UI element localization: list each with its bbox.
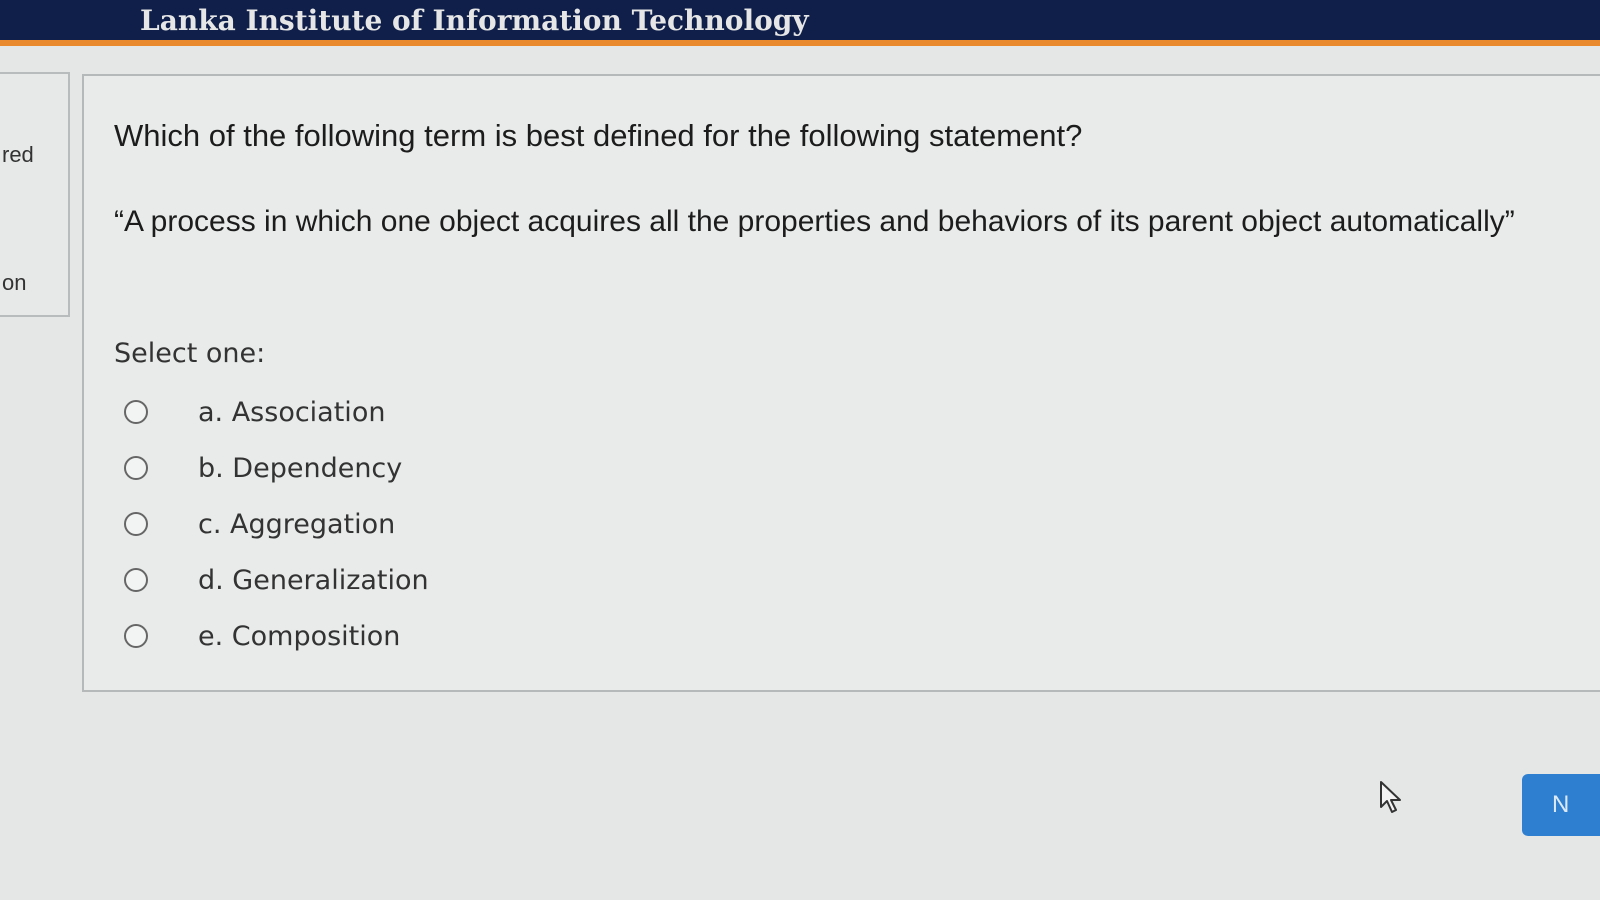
answer-option-d[interactable]: d. Generalization	[124, 552, 429, 608]
question-card: Which of the following term is best defi…	[82, 74, 1600, 692]
question-status-text: red	[2, 142, 34, 167]
select-one-prompt: Select one:	[114, 338, 266, 369]
answer-option-label[interactable]: b. Dependency	[198, 453, 402, 484]
quiz-info-panel: red on	[0, 72, 70, 317]
answer-option-b[interactable]: b. Dependency	[124, 440, 429, 496]
radio-button[interactable]	[124, 624, 148, 648]
question-statement: “A process in which one object acquires …	[114, 205, 1515, 238]
radio-button[interactable]	[124, 568, 148, 592]
mouse-pointer-icon	[1380, 781, 1401, 813]
answer-option-label[interactable]: d. Generalization	[198, 565, 429, 596]
radio-button[interactable]	[124, 400, 148, 424]
answer-option-c[interactable]: c. Aggregation	[124, 496, 429, 552]
radio-button[interactable]	[124, 456, 148, 480]
radio-button[interactable]	[124, 512, 148, 536]
answer-option-label[interactable]: a. Association	[198, 397, 385, 428]
answer-options: a. Association b. Dependency c. Aggregat…	[124, 384, 429, 664]
next-page-button[interactable]: N	[1522, 774, 1600, 836]
flag-question-text[interactable]: on	[2, 270, 26, 296]
site-header: Lanka Institute of Information Technolog…	[0, 0, 1600, 46]
answer-option-label[interactable]: e. Composition	[198, 621, 400, 652]
answer-option-e[interactable]: e. Composition	[124, 608, 429, 664]
answer-option-a[interactable]: a. Association	[124, 384, 429, 440]
question-text: Which of the following term is best defi…	[114, 118, 1083, 153]
answer-option-label[interactable]: c. Aggregation	[198, 509, 395, 540]
site-title: Lanka Institute of Information Technolog…	[140, 4, 809, 37]
